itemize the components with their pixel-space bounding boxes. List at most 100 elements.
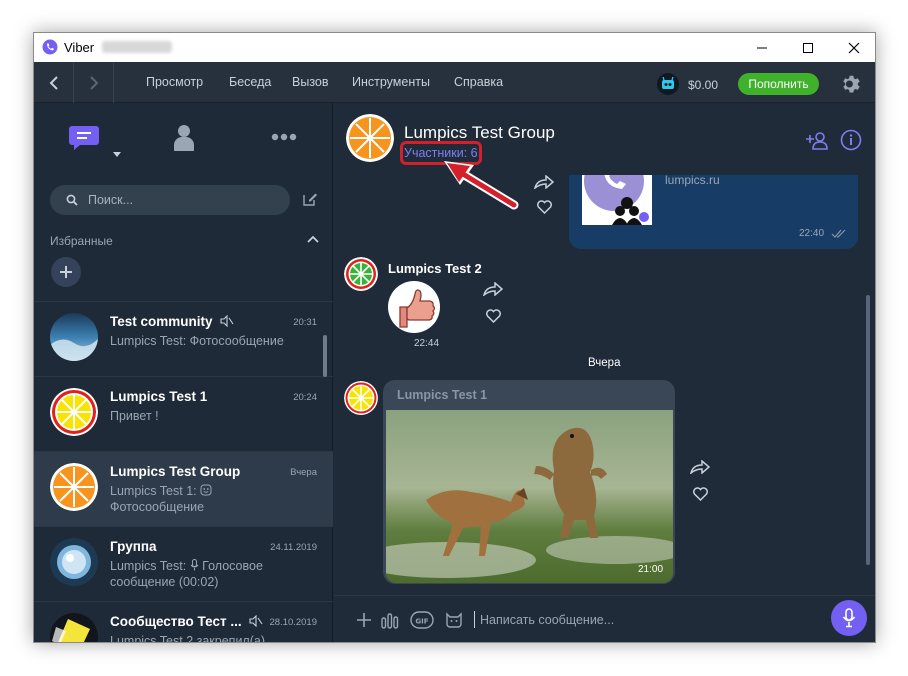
tab-chats[interactable] [34, 103, 134, 171]
message-time: 22:40 [799, 228, 825, 239]
chat-preview: Lumpics Test: Фотосообщение [110, 334, 284, 348]
sticker-icon [200, 484, 212, 496]
muted-icon [220, 314, 234, 328]
chevron-up-icon[interactable] [307, 234, 319, 244]
chat-bubble-icon [69, 126, 99, 150]
chat-time: 28.10.2019 [269, 617, 317, 628]
chat-time: Вчера [290, 467, 317, 478]
photo-image[interactable]: 21:00 [386, 410, 673, 583]
annotation-arrow [444, 161, 519, 210]
close-icon [848, 42, 860, 53]
sender-name: Lumpics Test 1 [397, 388, 488, 402]
add-favorite-button[interactable] [51, 257, 81, 287]
conversation-panel: lumpics.ru 22:40 Lumpics Test 2 22:44 Вч… [334, 103, 875, 642]
minimize-icon [757, 47, 767, 48]
group-title: Lumpics Test Group [404, 123, 555, 142]
chat-name: Группа [110, 539, 157, 554]
outgoing-message[interactable]: lumpics.ru 22:40 [569, 175, 858, 249]
message-list: lumpics.ru 22:40 Lumpics Test 2 22:44 Вч… [334, 175, 875, 595]
viber-window: Viber Просмотр Беседа Вызов Инструменты … [33, 32, 876, 643]
sender-name: Lumpics Test 2 [388, 261, 482, 276]
tab-contacts[interactable] [134, 103, 234, 171]
date-separator: Вчера [588, 357, 621, 369]
voice-bars-icon[interactable] [381, 611, 401, 629]
search-icon [66, 194, 78, 206]
topup-button[interactable]: Пополнить [738, 73, 819, 95]
text-cursor [474, 611, 475, 628]
more-icon [271, 133, 297, 141]
forward-icon[interactable] [483, 282, 503, 296]
message-composer: GIF Написать сообщение... [334, 595, 875, 642]
plus-icon [60, 266, 72, 278]
chat-item-community-test[interactable]: Сообщество Тест ... 28.10.2019 Lumpics T… [34, 601, 333, 642]
microphone-icon [190, 559, 199, 571]
delivered-checks-icon [831, 229, 846, 238]
back-button[interactable] [34, 62, 74, 103]
balance-amount: $0.00 [688, 78, 719, 92]
close-button[interactable] [831, 33, 875, 62]
gif-icon[interactable]: GIF [410, 611, 434, 629]
info-icon[interactable] [840, 129, 862, 151]
favorites-label: Избранные [50, 234, 113, 248]
search-input[interactable]: Поиск... [50, 185, 290, 215]
svg-text:GIF: GIF [415, 618, 428, 626]
chat-list-scrollbar[interactable] [323, 335, 327, 377]
avatar [50, 463, 98, 511]
compose-icon[interactable] [302, 191, 318, 207]
chat-preview: Lumpics Test 1: Фотосообщение [110, 483, 310, 515]
conversation-header: Lumpics Test Group Участники: 6 [334, 103, 875, 175]
heart-icon[interactable] [536, 199, 553, 214]
search-placeholder: Поиск... [88, 193, 134, 207]
message-input[interactable]: Написать сообщение... [480, 613, 614, 627]
group-avatar[interactable] [346, 114, 394, 162]
contacts-icon [174, 125, 194, 151]
message-list-scrollbar[interactable] [866, 295, 870, 565]
forward-button[interactable] [74, 62, 114, 103]
chevron-down-icon[interactable] [112, 151, 122, 159]
chat-time: 20:31 [293, 317, 317, 328]
chat-item-group[interactable]: Группа 24.11.2019 Lumpics Test: Голосово… [34, 526, 333, 601]
menu-view[interactable]: Просмотр [146, 75, 203, 89]
chat-time: 20:24 [293, 392, 317, 403]
chat-time: 24.11.2019 [270, 542, 317, 553]
sidebar: Поиск... Избранные Test community 20:31 … [34, 103, 334, 642]
message-time: 22:44 [414, 338, 440, 349]
chat-name: Lumpics Test 1 [110, 389, 208, 404]
thumbs-up-sticker[interactable] [386, 279, 442, 335]
maximize-icon [803, 42, 813, 53]
muted-icon [249, 614, 263, 628]
chat-item-lumpics-test-1[interactable]: Lumpics Test 1 20:24 Привет ! [34, 376, 333, 451]
add-participant-icon[interactable] [806, 129, 828, 151]
forward-icon[interactable] [534, 175, 554, 189]
sender-avatar[interactable] [344, 381, 378, 415]
sender-avatar[interactable] [344, 257, 378, 291]
avatar [50, 313, 98, 361]
viber-out-icon[interactable] [657, 73, 679, 95]
plus-icon[interactable] [356, 612, 372, 628]
minimize-button[interactable] [739, 33, 785, 62]
menu-call[interactable]: Вызов [292, 75, 329, 89]
chat-item-test-community[interactable]: Test community 20:31 Lumpics Test: Фотос… [34, 301, 333, 376]
photo-message[interactable]: Lumpics Test 1 21:00 [383, 380, 675, 584]
avatar [50, 613, 98, 642]
chat-item-lumpics-test-group[interactable]: Lumpics Test Group Вчера Lumpics Test 1:… [34, 451, 333, 526]
microphone-icon [842, 608, 856, 628]
heart-icon[interactable] [485, 308, 502, 323]
voice-message-button[interactable] [831, 600, 867, 636]
chevron-right-icon [89, 75, 98, 90]
blurred-phone-number [102, 41, 172, 53]
sticker-icon[interactable] [444, 610, 464, 630]
menu-help[interactable]: Справка [454, 75, 503, 89]
link-preview-domain[interactable]: lumpics.ru [665, 175, 720, 187]
window-title: Viber [64, 40, 95, 55]
gear-icon[interactable] [839, 72, 863, 96]
menu-conversation[interactable]: Беседа [229, 75, 271, 89]
heart-icon[interactable] [692, 486, 709, 501]
tab-more[interactable] [234, 103, 334, 171]
message-time: 21:00 [638, 564, 664, 575]
avatar [50, 538, 98, 586]
chat-name: Сообщество Тест ... [110, 614, 263, 629]
forward-icon[interactable] [690, 460, 710, 474]
maximize-button[interactable] [785, 33, 831, 62]
menu-tools[interactable]: Инструменты [352, 75, 430, 89]
